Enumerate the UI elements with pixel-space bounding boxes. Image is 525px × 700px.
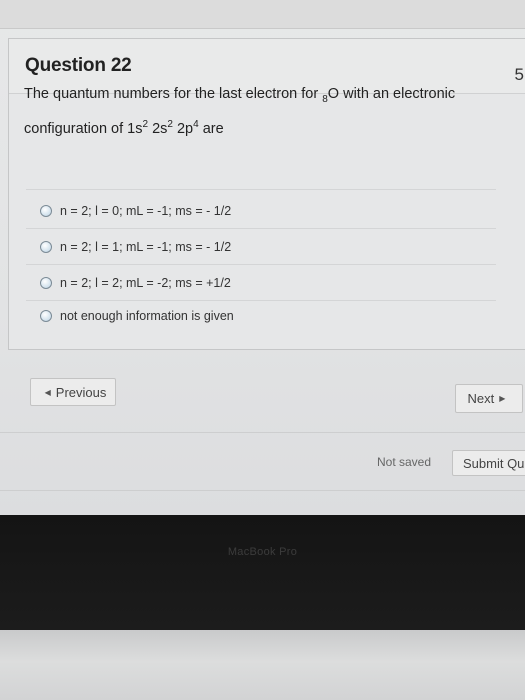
laptop-bezel xyxy=(0,515,525,630)
radio-button-icon[interactable] xyxy=(40,277,52,289)
radio-button-icon[interactable] xyxy=(40,205,52,217)
question-points: 5 xyxy=(514,65,524,84)
chevron-right-icon: ▶ xyxy=(499,394,506,403)
option-label: n = 2; l = 2; mL = -2; ms = +1/2 xyxy=(60,276,231,290)
next-label: Next xyxy=(467,391,495,406)
answer-option[interactable]: n = 2; l = 2; mL = -2; ms = +1/2 xyxy=(40,276,231,290)
previous-label: Previous xyxy=(55,384,107,400)
footer-bottom-separator xyxy=(0,490,525,491)
submit-quiz-button[interactable]: Submit Qu xyxy=(452,450,525,476)
option-divider xyxy=(26,264,496,265)
option-label: n = 2; l = 1; mL = -1; ms = - 1/2 xyxy=(60,240,232,254)
laptop-base xyxy=(0,630,525,700)
radio-button-icon[interactable] xyxy=(40,241,52,253)
answer-option[interactable]: n = 2; l = 1; mL = -1; ms = - 1/2 xyxy=(40,240,231,254)
option-divider xyxy=(26,228,496,229)
radio-button-icon[interactable] xyxy=(40,310,52,322)
question-title: Question 22 xyxy=(25,55,132,76)
next-button[interactable]: Next ▶ xyxy=(455,384,523,413)
answer-option[interactable]: not enough information is given xyxy=(40,309,234,323)
save-status: Not saved xyxy=(377,455,432,469)
top-band xyxy=(0,0,525,29)
option-divider xyxy=(26,300,496,301)
chevron-left-icon: ◀ xyxy=(44,387,51,397)
option-label: n = 2; l = 0; mL = -1; ms = - 1/2 xyxy=(60,204,232,218)
option-label: not enough information is given xyxy=(60,309,234,323)
answer-option[interactable]: n = 2; l = 0; mL = -1; ms = - 1/2 xyxy=(40,204,231,218)
device-brand: MacBook Pro xyxy=(227,546,298,558)
question-prompt: The quantum numbers for the last electro… xyxy=(24,86,456,137)
footer-separator xyxy=(0,432,525,433)
browser-screen: Question 22 5 The quantum numbers for th… xyxy=(0,0,525,515)
previous-button[interactable]: ◀ Previous xyxy=(30,378,116,406)
submit-label: Submit Qu xyxy=(463,455,525,471)
options-divider xyxy=(26,189,496,190)
